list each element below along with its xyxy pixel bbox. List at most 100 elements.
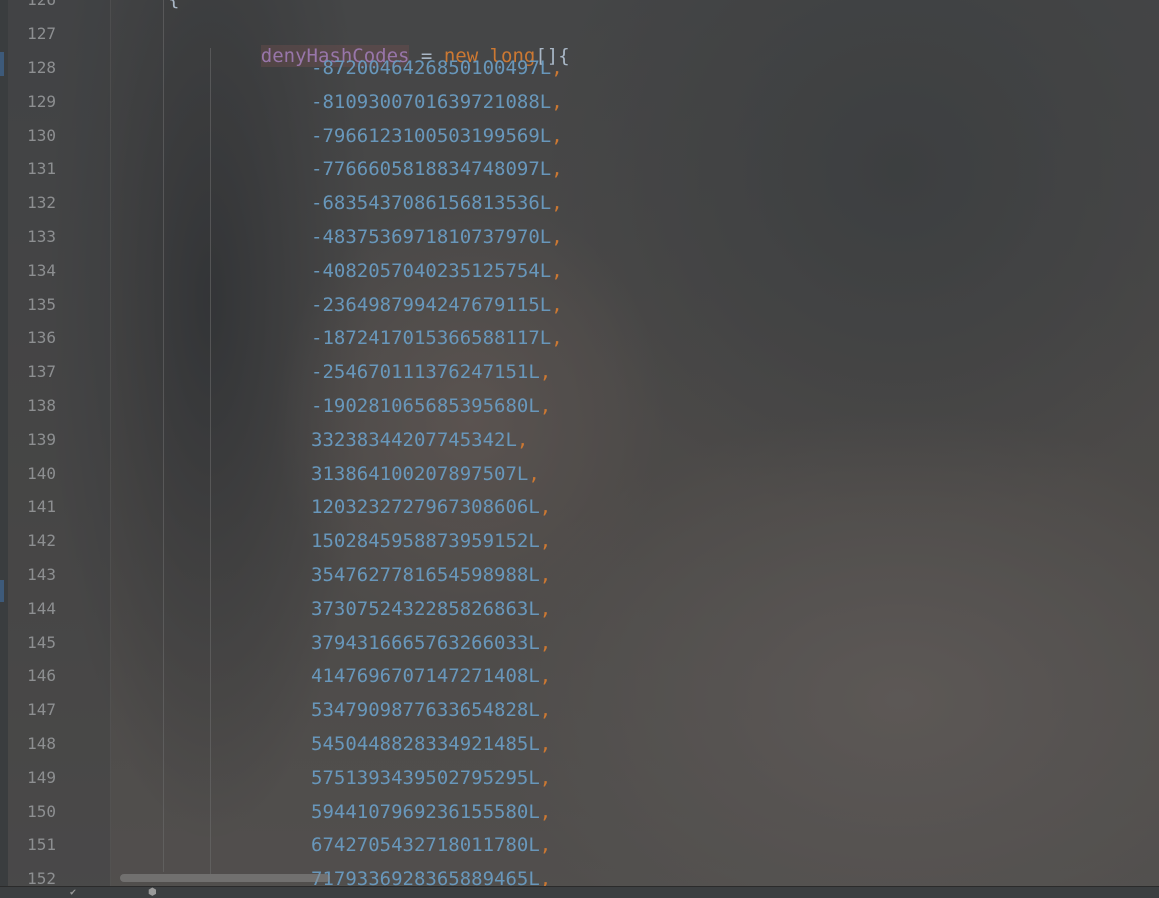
line-number: 136 bbox=[27, 328, 56, 347]
line-number: 148 bbox=[27, 734, 56, 753]
tool-window-marker[interactable] bbox=[0, 52, 4, 76]
code-line-value[interactable]: -7966123100503199569L, bbox=[311, 125, 563, 147]
long-literal: 6742705432718011780L bbox=[311, 834, 540, 856]
code-line-declaration[interactable]: denyHashCodes = new long[]{ bbox=[215, 23, 570, 67]
code-line-value[interactable]: -2364987994247679115L, bbox=[311, 294, 563, 316]
line-number: 151 bbox=[27, 835, 56, 854]
gutter-separator bbox=[110, 0, 111, 886]
line-number: 137 bbox=[27, 362, 56, 381]
comma-separator: , bbox=[551, 260, 563, 282]
line-number-partial: 126 bbox=[8, 0, 56, 10]
comma-separator: , bbox=[539, 564, 552, 586]
code-line-value[interactable]: 5347909877633654828L, bbox=[311, 699, 551, 721]
long-literal: -6835437086156813536L bbox=[311, 192, 552, 214]
comma-separator: , bbox=[516, 429, 529, 451]
long-literal: -1872417015366588117L bbox=[311, 327, 552, 349]
comma-separator: , bbox=[551, 226, 563, 248]
code-line-value[interactable]: 5751393439502795295L, bbox=[311, 767, 551, 789]
line-number: 138 bbox=[27, 396, 56, 415]
line-number: 135 bbox=[27, 295, 56, 314]
line-number: 144 bbox=[27, 599, 56, 618]
long-literal: 3730752432285826863L bbox=[311, 598, 540, 620]
code-line-value[interactable]: -190281065685395680L, bbox=[311, 395, 551, 417]
long-literal: -4837536971810737970L bbox=[311, 226, 552, 248]
code-line-value[interactable]: -254670111376247151L, bbox=[311, 361, 551, 383]
line-number: 146 bbox=[27, 666, 56, 685]
line-number: 134 bbox=[27, 261, 56, 280]
code-line-value[interactable]: -6835437086156813536L, bbox=[311, 192, 563, 214]
long-literal: -4082057040235125754L bbox=[311, 260, 552, 282]
long-literal: -8720046426850100497L bbox=[311, 57, 552, 79]
horizontal-scrollbar[interactable] bbox=[120, 874, 330, 882]
comma-separator: , bbox=[551, 294, 563, 316]
code-line-value[interactable]: 3730752432285826863L, bbox=[311, 598, 551, 620]
line-number: 128 bbox=[27, 58, 56, 77]
line-number: 127 bbox=[27, 24, 56, 43]
indent-guide bbox=[163, 0, 164, 872]
line-number: 129 bbox=[27, 92, 56, 111]
long-literal: 33238344207745342L bbox=[311, 429, 517, 451]
line-number: 132 bbox=[27, 193, 56, 212]
comma-separator: , bbox=[551, 91, 563, 113]
comma-separator: , bbox=[539, 733, 552, 755]
comma-separator: , bbox=[539, 767, 552, 789]
long-literal: 1203232727967308606L bbox=[311, 496, 540, 518]
tool-window-marker[interactable] bbox=[0, 580, 4, 602]
code-line-value[interactable]: 5450448828334921485L, bbox=[311, 733, 551, 755]
comma-separator: , bbox=[539, 699, 552, 721]
long-literal: -254670111376247151L bbox=[311, 361, 540, 383]
line-number: 147 bbox=[27, 700, 56, 719]
line-number: 130 bbox=[27, 126, 56, 145]
status-bar: ✔ ⬢ bbox=[0, 886, 1159, 898]
line-number: 140 bbox=[27, 464, 56, 483]
comma-separator: , bbox=[551, 57, 563, 79]
code-line-value[interactable]: 3794316665763266033L, bbox=[311, 632, 551, 654]
comma-separator: , bbox=[539, 361, 552, 383]
comma-separator: , bbox=[539, 496, 552, 518]
long-literal: 3547627781654598988L bbox=[311, 564, 540, 586]
comma-separator: , bbox=[539, 530, 552, 552]
indent-guide bbox=[210, 48, 211, 874]
code-line-value[interactable]: -7766605818834748097L, bbox=[311, 158, 563, 180]
comma-separator: , bbox=[539, 665, 552, 687]
comma-separator: , bbox=[539, 834, 552, 856]
code-line-value[interactable]: -1872417015366588117L, bbox=[311, 327, 563, 349]
code-line-value[interactable]: 6742705432718011780L, bbox=[311, 834, 551, 856]
comma-separator: , bbox=[539, 395, 552, 417]
comma-separator: , bbox=[539, 632, 552, 654]
comma-separator: , bbox=[551, 192, 563, 214]
line-number: 142 bbox=[27, 531, 56, 550]
code-line-value[interactable]: -4837536971810737970L, bbox=[311, 226, 563, 248]
code-line-value[interactable]: 3547627781654598988L, bbox=[311, 564, 551, 586]
long-literal: 5347909877633654828L bbox=[311, 699, 540, 721]
long-literal: -7766605818834748097L bbox=[311, 158, 552, 180]
comma-separator: , bbox=[551, 158, 563, 180]
background-overlay bbox=[0, 0, 1159, 897]
code-line-value[interactable]: 1502845958873959152L, bbox=[311, 530, 551, 552]
code-line-value[interactable]: -4082057040235125754L, bbox=[311, 260, 563, 282]
long-literal: -7966123100503199569L bbox=[311, 125, 552, 147]
code-line-value[interactable]: -8720046426850100497L, bbox=[311, 57, 563, 79]
long-literal: 313864100207897507L bbox=[311, 463, 529, 485]
tool-window-strip[interactable] bbox=[0, 0, 8, 886]
line-number: 145 bbox=[27, 633, 56, 652]
comma-separator: , bbox=[551, 327, 563, 349]
long-literal: 4147696707147271408L bbox=[311, 665, 540, 687]
comma-separator: , bbox=[528, 463, 540, 485]
line-number: 149 bbox=[27, 768, 56, 787]
line-number: 131 bbox=[27, 159, 56, 178]
code-line-value[interactable]: 4147696707147271408L, bbox=[311, 665, 551, 687]
code-line-value[interactable]: 1203232727967308606L, bbox=[311, 496, 551, 518]
code-line-value[interactable]: 33238344207745342L, bbox=[311, 429, 528, 451]
long-literal: 3794316665763266033L bbox=[311, 632, 540, 654]
comma-separator: , bbox=[539, 801, 552, 823]
line-number: 150 bbox=[27, 802, 56, 821]
code-line-value[interactable]: 313864100207897507L, bbox=[311, 463, 540, 485]
line-number: 141 bbox=[27, 497, 56, 516]
long-literal: 5944107969236155580L bbox=[311, 801, 540, 823]
code-line-value[interactable]: -8109300701639721088L, bbox=[311, 91, 563, 113]
code-line-value[interactable]: 5944107969236155580L, bbox=[311, 801, 551, 823]
comma-separator: , bbox=[539, 598, 552, 620]
comma-separator: , bbox=[551, 125, 563, 147]
long-literal: -2364987994247679115L bbox=[311, 294, 552, 316]
